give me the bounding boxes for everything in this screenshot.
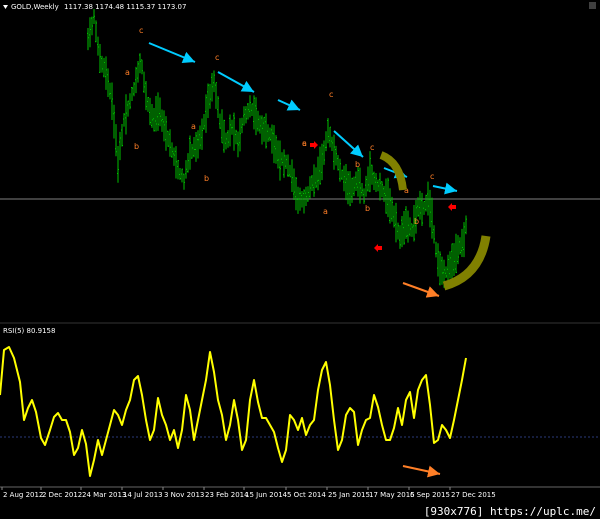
wave-label: b: [355, 160, 360, 169]
wave-label: b: [414, 217, 419, 226]
chart-canvas: GOLD,Weekly 1117.38 1174.48 1115.37 1173…: [0, 0, 600, 499]
time-axis-label: 27 Dec 2015: [451, 491, 496, 499]
time-axis-label: 24 Mar 2013: [82, 491, 126, 499]
wave-label: a: [125, 68, 130, 77]
time-axis-label: 2 Dec 2012: [42, 491, 82, 499]
time-axis-label: 15 Jun 2014: [245, 491, 288, 499]
chart-window: GOLD,Weekly 1117.38 1174.48 1115.37 1173…: [0, 0, 600, 519]
time-axis-label: 3 Nov 2013: [164, 491, 204, 499]
close-pane-icon[interactable]: [589, 2, 596, 9]
symbol-timeframe-label: GOLD,Weekly: [11, 3, 59, 11]
wave-label: a: [191, 122, 196, 131]
time-axis-label: 2 Aug 2012: [3, 491, 43, 499]
wave-label: b: [204, 174, 209, 183]
wave-label: a: [323, 207, 328, 216]
wave-label: c: [370, 143, 374, 152]
rsi-pane: RSI(5) 80.9158: [0, 327, 600, 478]
time-axis-label: 25 Jan 2015: [328, 491, 370, 499]
ohlc-readout: 1117.38 1174.48 1115.37 1173.07: [64, 3, 186, 11]
time-axis-label: 14 Jul 2013: [123, 491, 163, 499]
wave-label: b: [134, 142, 139, 151]
price-pane-background: [0, 0, 600, 322]
rsi-annotations: [402, 465, 441, 478]
rsi-orange-arrow: [402, 465, 441, 478]
time-axis: 2 Aug 20122 Dec 2012 24 Mar 201314 Jul 20…: [0, 486, 600, 499]
time-axis-label: 17 May 2015: [369, 491, 415, 499]
wave-label: c: [430, 172, 434, 181]
rsi-series-line: [0, 346, 467, 477]
time-axis-label: 5 Oct 2014: [287, 491, 326, 499]
wave-label: c: [139, 26, 143, 35]
rsi-header-label: RSI(5) 80.9158: [3, 327, 55, 335]
time-axis-label: 23 Feb 2014: [205, 491, 249, 499]
time-axis-label: 6 Sep 2015: [410, 491, 450, 499]
wave-label: c: [329, 90, 333, 99]
wave-label: c: [215, 53, 219, 62]
wave-label: b: [365, 204, 370, 213]
watermark: [930x776] https://uplc.me/: [421, 505, 598, 518]
wave-label: a: [302, 139, 307, 148]
price-pane: GOLD,Weekly 1117.38 1174.48 1115.37 1173…: [0, 0, 600, 322]
